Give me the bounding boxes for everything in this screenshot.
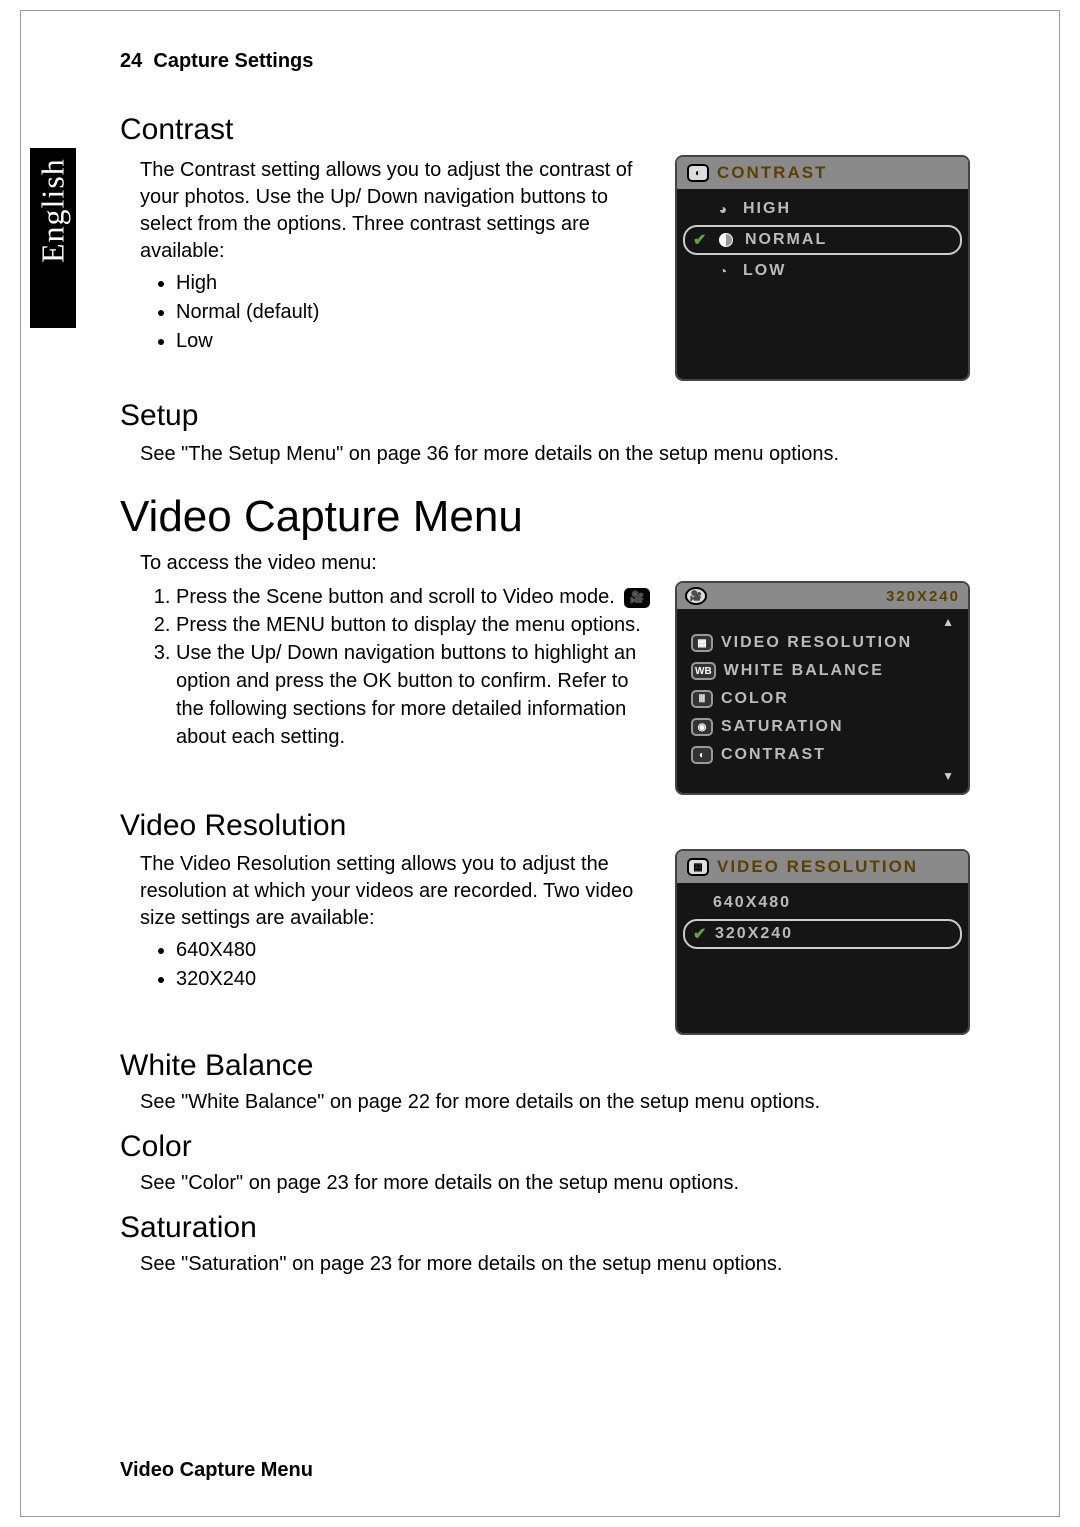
saturation-paragraph: See "Saturation" on page 23 for more det… bbox=[140, 1251, 970, 1278]
lcd-top-right: 320X240 bbox=[886, 588, 960, 605]
white-balance-paragraph: See "White Balance" on page 22 for more … bbox=[140, 1089, 970, 1116]
lcd-titlebar: ◐ CONTRAST bbox=[677, 157, 968, 189]
color-icon: Ⅲ bbox=[691, 690, 713, 708]
video-menu-intro: To access the video menu: bbox=[140, 550, 970, 577]
lcd-body: ▲ ▦ VIDEO RESOLUTION WB WHITE BALANCE Ⅲ … bbox=[677, 609, 968, 793]
contrast-icon: ◐ bbox=[691, 746, 713, 764]
list-item: Use the Up/ Down navigation buttons to h… bbox=[176, 639, 655, 751]
lcd-item-label: 320X240 bbox=[715, 925, 793, 943]
video-mode-icon: 🎥 bbox=[624, 588, 650, 608]
lcd-body: 640X480 ✔ 320X240 bbox=[677, 883, 968, 1033]
video-res-paragraph: The Video Resolution setting allows you … bbox=[140, 851, 655, 932]
lcd-row-320x240[interactable]: ✔ 320X240 bbox=[683, 919, 962, 949]
color-paragraph: See "Color" on page 23 for more details … bbox=[140, 1170, 970, 1197]
lcd-item-label: NORMAL bbox=[745, 231, 827, 249]
check-icon: ✔ bbox=[693, 924, 707, 944]
heading-saturation: Saturation bbox=[120, 1211, 970, 1245]
list-item: 640X480 bbox=[176, 936, 655, 965]
lcd-video-resolution: ▦ VIDEO RESOLUTION 640X480 ✔ 320X240 bbox=[675, 849, 970, 1035]
contrast-title-icon: ◐ bbox=[687, 164, 709, 182]
lcd-title: CONTRAST bbox=[717, 163, 827, 183]
page-content: 24 Capture Settings Contrast The Contras… bbox=[120, 50, 970, 1282]
heading-setup: Setup bbox=[120, 399, 970, 433]
lcd-title: VIDEO RESOLUTION bbox=[717, 857, 918, 877]
high-icon: ◕ bbox=[713, 200, 735, 218]
video-res-icon: ▦ bbox=[691, 634, 713, 652]
lcd-row-video-resolution[interactable]: ▦ VIDEO RESOLUTION bbox=[683, 629, 962, 657]
list-item: Normal (default) bbox=[176, 298, 655, 327]
video-menu-steps: Press the Scene button and scroll to Vid… bbox=[176, 583, 655, 751]
heading-video-resolution: Video Resolution bbox=[120, 809, 970, 843]
lcd-item-label: COLOR bbox=[721, 690, 789, 708]
lcd-row-high[interactable]: ◕ HIGH bbox=[683, 195, 962, 223]
video-res-bullets: 640X480 320X240 bbox=[176, 936, 655, 994]
scroll-up-icon[interactable]: ▲ bbox=[683, 615, 962, 629]
normal-icon bbox=[715, 231, 737, 249]
lcd-row-contrast[interactable]: ◐ CONTRAST bbox=[683, 741, 962, 769]
setup-paragraph: See "The Setup Menu" on page 36 for more… bbox=[140, 441, 970, 468]
lcd-item-label: LOW bbox=[743, 262, 786, 280]
lcd-row-white-balance[interactable]: WB WHITE BALANCE bbox=[683, 657, 962, 685]
lcd-item-label: WHITE BALANCE bbox=[724, 662, 884, 680]
low-icon: ◔ bbox=[713, 262, 735, 280]
page-footer: Video Capture Menu bbox=[120, 1459, 313, 1482]
scroll-down-icon[interactable]: ▼ bbox=[683, 769, 962, 783]
language-tab: English bbox=[30, 148, 76, 328]
lcd-item-label: VIDEO RESOLUTION bbox=[721, 634, 912, 652]
check-icon: ✔ bbox=[693, 230, 707, 250]
list-item: Press the Scene button and scroll to Vid… bbox=[176, 583, 655, 611]
lcd-row-normal[interactable]: ✔ NORMAL bbox=[683, 225, 962, 255]
heading-video-capture-menu: Video Capture Menu bbox=[120, 492, 970, 542]
heading-white-balance: White Balance bbox=[120, 1049, 970, 1083]
heading-contrast: Contrast bbox=[120, 113, 970, 147]
list-item: 320X240 bbox=[176, 965, 655, 994]
list-item: Press the MENU button to display the men… bbox=[176, 611, 655, 639]
section-title: Capture Settings bbox=[153, 50, 313, 72]
list-item: Low bbox=[176, 327, 655, 356]
lcd-item-label: 640X480 bbox=[713, 894, 791, 912]
video-res-title-icon: ▦ bbox=[687, 858, 709, 876]
lcd-item-label: SATURATION bbox=[721, 718, 844, 736]
video-mode-icon: 🎥 bbox=[685, 587, 707, 605]
lcd-contrast: ◐ CONTRAST ◕ HIGH ✔ NORMAL ◔ LOW bbox=[675, 155, 970, 381]
contrast-paragraph: The Contrast setting allows you to adjus… bbox=[140, 157, 655, 265]
lcd-topbar: 🎥 320X240 bbox=[677, 583, 968, 609]
white-balance-icon: WB bbox=[691, 662, 716, 680]
saturation-icon: ◉ bbox=[691, 718, 713, 736]
lcd-body: ◕ HIGH ✔ NORMAL ◔ LOW bbox=[677, 189, 968, 379]
lcd-titlebar: ▦ VIDEO RESOLUTION bbox=[677, 851, 968, 883]
lcd-row-saturation[interactable]: ◉ SATURATION bbox=[683, 713, 962, 741]
page-header: 24 Capture Settings bbox=[120, 50, 970, 73]
contrast-bullets: High Normal (default) Low bbox=[176, 269, 655, 356]
lcd-item-label: CONTRAST bbox=[721, 746, 826, 764]
lcd-item-label: HIGH bbox=[743, 200, 791, 218]
lcd-video-menu: 🎥 320X240 ▲ ▦ VIDEO RESOLUTION WB WHITE … bbox=[675, 581, 970, 795]
lcd-row-640x480[interactable]: 640X480 bbox=[683, 889, 962, 917]
list-item: High bbox=[176, 269, 655, 298]
lcd-row-low[interactable]: ◔ LOW bbox=[683, 257, 962, 285]
step-text: Press the Scene button and scroll to Vid… bbox=[176, 586, 615, 608]
lcd-row-color[interactable]: Ⅲ COLOR bbox=[683, 685, 962, 713]
heading-color: Color bbox=[120, 1130, 970, 1164]
page-number: 24 bbox=[120, 50, 142, 72]
